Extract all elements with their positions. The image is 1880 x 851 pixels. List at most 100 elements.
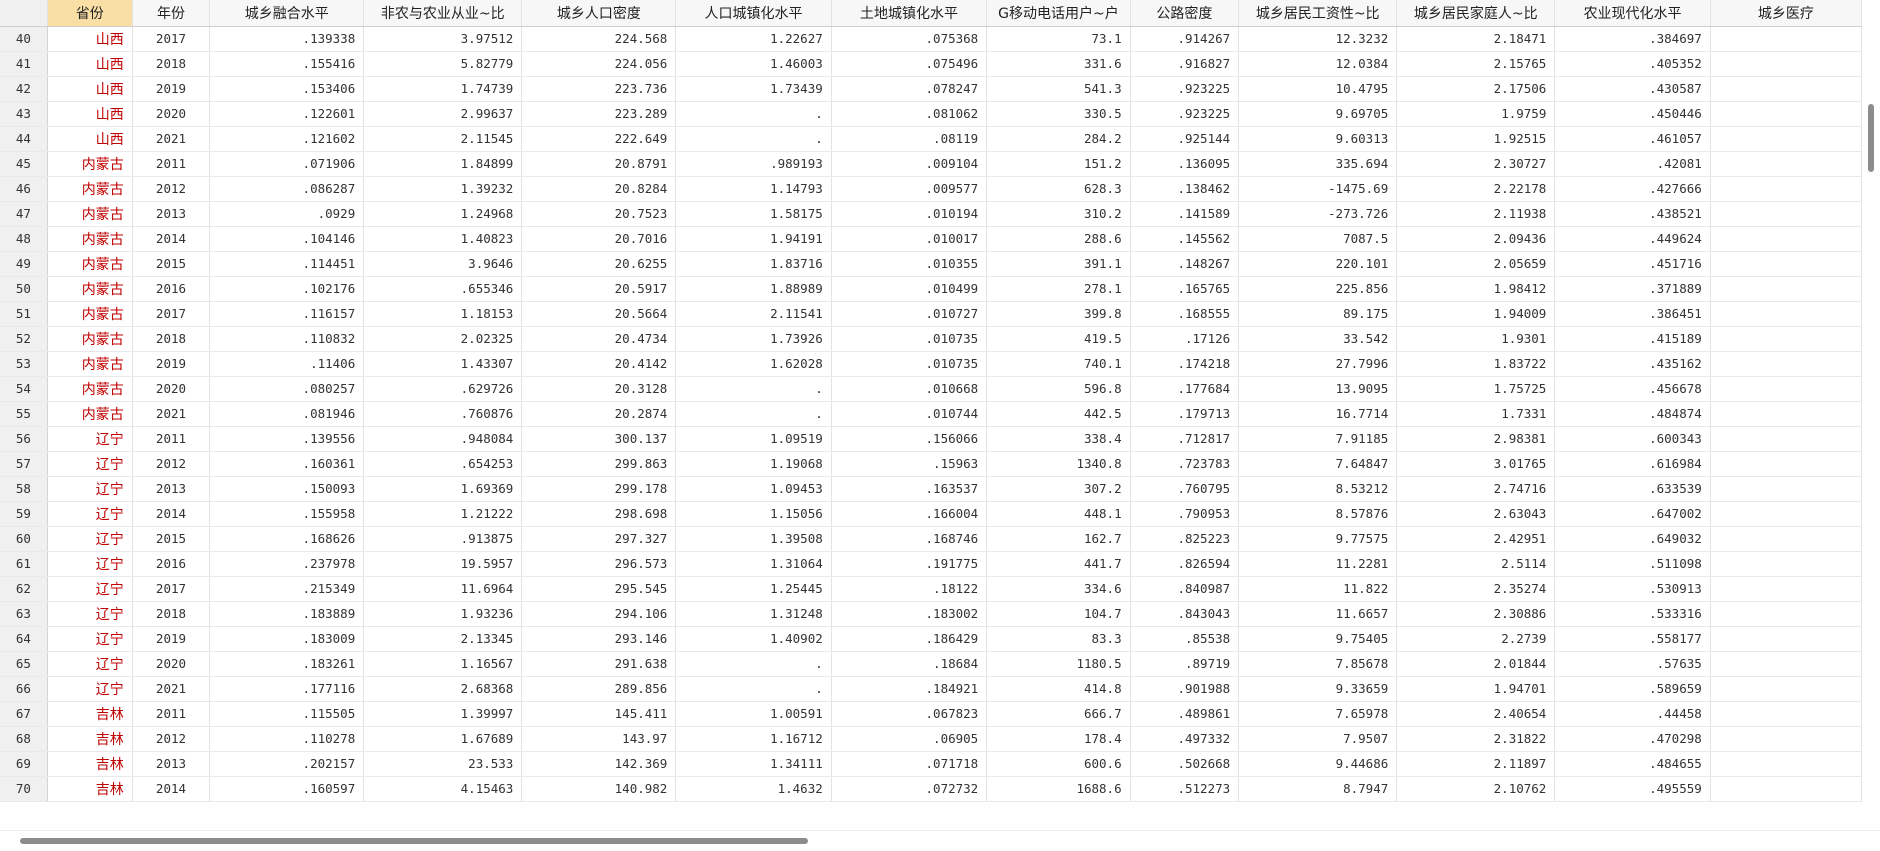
data-cell[interactable]: 1.58175 (675, 201, 832, 227)
data-cell[interactable]: 11.2281 (1238, 551, 1398, 577)
data-cell[interactable]: 299.863 (521, 451, 677, 477)
data-cell[interactable]: .649032 (1554, 526, 1711, 552)
data-cell[interactable]: 1.24968 (363, 201, 523, 227)
province-cell[interactable]: 山西 (47, 126, 133, 152)
data-cell[interactable]: .160597 (209, 776, 365, 802)
data-cell[interactable]: 335.694 (1238, 151, 1398, 177)
data-cell[interactable]: 1.21222 (363, 501, 523, 527)
data-cell[interactable] (1710, 601, 1862, 627)
year-cell[interactable]: 2020 (132, 101, 211, 127)
data-cell[interactable] (1710, 626, 1862, 652)
data-cell[interactable]: .723783 (1130, 451, 1240, 477)
data-cell[interactable]: .948084 (363, 426, 523, 452)
data-cell[interactable]: .925144 (1130, 126, 1240, 152)
data-cell[interactable]: 284.2 (986, 126, 1131, 152)
data-cell[interactable]: 27.7996 (1238, 351, 1398, 377)
province-cell[interactable]: 辽宁 (47, 626, 133, 652)
province-cell[interactable]: 吉林 (47, 726, 133, 752)
data-cell[interactable]: . (675, 401, 832, 427)
row-number[interactable]: 69 (0, 751, 48, 777)
data-cell[interactable]: 278.1 (986, 276, 1131, 302)
data-cell[interactable]: .010017 (831, 226, 988, 252)
data-cell[interactable]: 7.65978 (1238, 701, 1398, 727)
data-cell[interactable]: .85538 (1130, 626, 1240, 652)
year-cell[interactable]: 2017 (132, 301, 211, 327)
data-cell[interactable] (1710, 501, 1862, 527)
province-cell[interactable]: 内蒙古 (47, 201, 133, 227)
data-cell[interactable] (1710, 676, 1862, 702)
data-cell[interactable]: 1.92515 (1396, 126, 1556, 152)
data-cell[interactable]: 1.34111 (675, 751, 832, 777)
data-cell[interactable]: 7.64847 (1238, 451, 1398, 477)
data-cell[interactable]: 20.8791 (521, 151, 677, 177)
data-cell[interactable]: 399.8 (986, 301, 1131, 327)
data-cell[interactable]: .009104 (831, 151, 988, 177)
data-cell[interactable]: 1.39232 (363, 176, 523, 202)
row-number[interactable]: 59 (0, 501, 48, 527)
data-cell[interactable]: .497332 (1130, 726, 1240, 752)
row-number[interactable]: 45 (0, 151, 48, 177)
data-cell[interactable]: 2.11938 (1396, 201, 1556, 227)
data-cell[interactable]: .712817 (1130, 426, 1240, 452)
data-cell[interactable]: 1.83716 (675, 251, 832, 277)
data-cell[interactable]: 1.93236 (363, 601, 523, 627)
data-cell[interactable] (1710, 526, 1862, 552)
column-header[interactable]: 非农与农业从业~比 (363, 0, 523, 27)
data-cell[interactable]: 2.15765 (1396, 51, 1556, 77)
year-cell[interactable]: 2020 (132, 376, 211, 402)
data-cell[interactable]: 2.10762 (1396, 776, 1556, 802)
data-cell[interactable] (1710, 651, 1862, 677)
data-cell[interactable]: .148267 (1130, 251, 1240, 277)
data-cell[interactable] (1710, 26, 1862, 52)
data-cell[interactable]: 1.46003 (675, 51, 832, 77)
data-cell[interactable]: .57635 (1554, 651, 1711, 677)
data-cell[interactable]: 223.736 (521, 76, 677, 102)
row-number-header[interactable] (0, 0, 48, 27)
data-cell[interactable]: 11.6657 (1238, 601, 1398, 627)
data-cell[interactable]: 8.7947 (1238, 776, 1398, 802)
year-cell[interactable]: 2012 (132, 176, 211, 202)
data-cell[interactable]: 224.568 (521, 26, 677, 52)
data-cell[interactable]: 1.43307 (363, 351, 523, 377)
data-cell[interactable]: .512273 (1130, 776, 1240, 802)
province-cell[interactable]: 内蒙古 (47, 326, 133, 352)
data-cell[interactable]: 9.69705 (1238, 101, 1398, 127)
data-cell[interactable]: .156066 (831, 426, 988, 452)
data-cell[interactable]: .08119 (831, 126, 988, 152)
row-number[interactable]: 63 (0, 601, 48, 627)
vertical-scrollbar[interactable] (1862, 0, 1880, 830)
data-cell[interactable]: 2.2739 (1396, 626, 1556, 652)
row-number[interactable]: 68 (0, 726, 48, 752)
province-cell[interactable]: 辽宁 (47, 501, 133, 527)
data-cell[interactable]: 2.42951 (1396, 526, 1556, 552)
data-cell[interactable]: .072732 (831, 776, 988, 802)
data-cell[interactable]: .456678 (1554, 376, 1711, 402)
data-cell[interactable]: .430587 (1554, 76, 1711, 102)
data-cell[interactable]: 297.327 (521, 526, 677, 552)
year-cell[interactable]: 2012 (132, 451, 211, 477)
data-cell[interactable]: 296.573 (521, 551, 677, 577)
year-cell[interactable]: 2019 (132, 76, 211, 102)
data-cell[interactable] (1710, 51, 1862, 77)
table-row[interactable]: 53 内蒙古 2019.11406 1.43307 20.4142 1.62028.010… (0, 351, 1862, 377)
row-number[interactable]: 54 (0, 376, 48, 402)
data-cell[interactable]: 9.33659 (1238, 676, 1398, 702)
year-cell[interactable]: 2014 (132, 226, 211, 252)
data-cell[interactable]: 1.9301 (1396, 326, 1556, 352)
data-cell[interactable]: 7.91185 (1238, 426, 1398, 452)
table-row[interactable]: 70 吉林 2014.160597 4.15463 140.982 1.4632.0727… (0, 776, 1862, 802)
data-cell[interactable]: .168746 (831, 526, 988, 552)
table-row[interactable]: 55 内蒙古 2021.081946.760876 20.2874. .010744 44… (0, 401, 1862, 427)
data-cell[interactable]: .104146 (209, 226, 365, 252)
data-cell[interactable]: .174218 (1130, 351, 1240, 377)
table-row[interactable]: 47 内蒙古 2013.0929 1.24968 20.7523 1.58175.0101… (0, 201, 1862, 227)
data-cell[interactable]: .760795 (1130, 476, 1240, 502)
data-cell[interactable]: 8.57876 (1238, 501, 1398, 527)
data-cell[interactable] (1710, 551, 1862, 577)
data-cell[interactable]: 1.40823 (363, 226, 523, 252)
data-cell[interactable] (1710, 326, 1862, 352)
column-header[interactable]: 土地城镇化水平 (831, 0, 988, 27)
column-header[interactable]: 城乡融合水平 (209, 0, 365, 27)
data-cell[interactable]: 2.40654 (1396, 701, 1556, 727)
data-cell[interactable]: 338.4 (986, 426, 1131, 452)
